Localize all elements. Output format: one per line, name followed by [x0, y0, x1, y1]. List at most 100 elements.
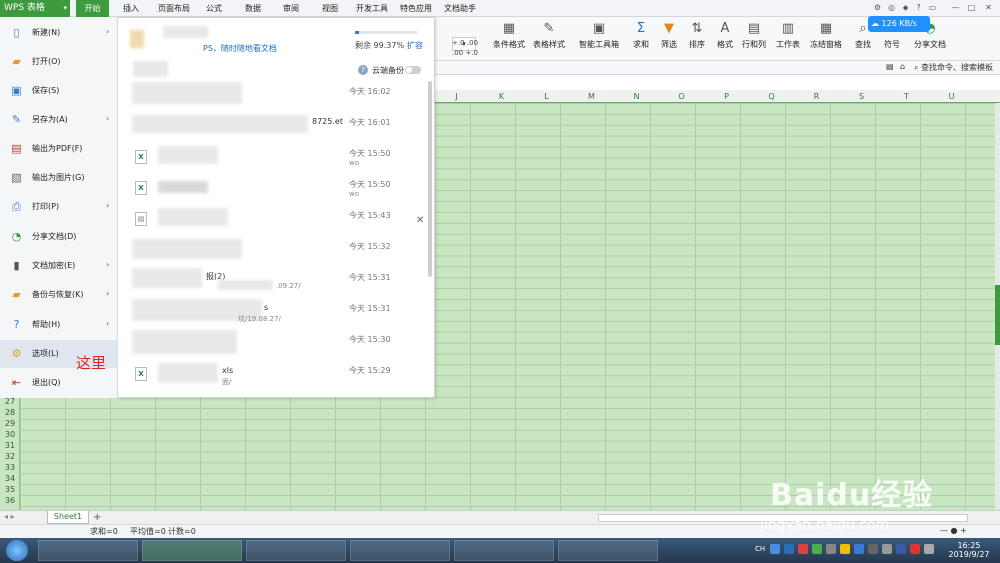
close-icon[interactable]: ✕ — [983, 2, 994, 14]
refresh-icon[interactable]: ◎ — [886, 2, 897, 14]
antivirus-icon[interactable] — [798, 544, 808, 554]
tab-features[interactable]: 特色应用 — [397, 0, 435, 17]
tab-page-layout[interactable]: 页面布局 — [153, 0, 195, 17]
bookmark-icon[interactable]: ⌂ — [900, 62, 905, 71]
column-header-cell[interactable]: U — [929, 90, 974, 103]
column-header-cell[interactable]: M — [569, 90, 614, 103]
list-item[interactable]: ▤ 今天 15:43 — [118, 204, 423, 235]
row-header-cell[interactable]: 33 — [0, 463, 20, 472]
freeze-panes-button[interactable]: ▦ 冻结窗格 — [806, 19, 846, 59]
column-header-cell[interactable]: S — [839, 90, 884, 103]
list-item[interactable]: 8725.et 今天 16:01 — [118, 111, 423, 142]
conditional-format-button[interactable]: ▦ 条件格式 — [487, 19, 531, 59]
column-header-cell[interactable]: Q — [749, 90, 794, 103]
tab-view[interactable]: 视图 — [315, 0, 345, 17]
ime-indicator[interactable]: CH — [755, 545, 765, 553]
taskbar-item[interactable] — [350, 540, 450, 561]
taskbar-item[interactable] — [558, 540, 658, 561]
worksheet-button[interactable]: ▥ 工作表 — [772, 19, 804, 59]
battery-icon[interactable] — [882, 544, 892, 554]
column-header-cell[interactable]: K — [479, 90, 524, 103]
security-icon[interactable] — [910, 544, 920, 554]
file-menu-share[interactable]: ◔ 分享文档(D) — [0, 223, 118, 251]
row-header-cell[interactable]: 34 — [0, 474, 20, 483]
maximize-icon[interactable]: □ — [966, 2, 977, 14]
row-header-cell[interactable]: 30 — [0, 430, 20, 439]
tab-data[interactable]: 数据 — [238, 0, 268, 17]
taskbar-item[interactable] — [246, 540, 346, 561]
help-tray-icon[interactable] — [784, 544, 794, 554]
file-menu-export-pdf[interactable]: ▤ 输出为PDF(F) — [0, 135, 118, 163]
tab-review[interactable]: 审阅 — [276, 0, 306, 17]
help-question-icon[interactable]: ? — [913, 2, 924, 14]
file-menu-open[interactable]: ▰ 打开(O) — [0, 48, 118, 76]
restore-window-icon[interactable]: ▭ — [927, 2, 938, 14]
list-item[interactable]: X 今天 15:50 wo — [118, 142, 423, 173]
cloud-backup-toggle[interactable] — [405, 66, 421, 74]
add-sheet-button[interactable]: + — [93, 511, 101, 524]
row-header-cell[interactable]: 32 — [0, 452, 20, 461]
skin-icon[interactable]: ⬥ — [900, 2, 911, 14]
file-menu-encrypt[interactable]: ▮ 文档加密(E) › — [0, 252, 118, 280]
file-menu-backup[interactable]: ▰ 备份与恢复(K) › — [0, 281, 118, 309]
sort-button[interactable]: ⇅ 排序 — [682, 19, 712, 59]
taskbar-item[interactable] — [38, 540, 138, 561]
volume-icon[interactable] — [868, 544, 878, 554]
sheet-nav-arrows[interactable]: ◂ ▸ — [4, 512, 15, 521]
decimal-decrease-button[interactable]: .00 +.0 — [452, 49, 478, 57]
column-header-cell[interactable]: J — [434, 90, 479, 103]
file-menu-save[interactable]: ▣ 保存(S) — [0, 77, 118, 105]
list-item[interactable]: X 今天 15:50 wo — [118, 173, 423, 204]
wechat-icon[interactable] — [812, 544, 822, 554]
file-menu-new[interactable]: ▯ 新建(N) › — [0, 19, 118, 47]
list-item[interactable]: 报(2) .09.27/ 今天 15:31 — [118, 266, 423, 297]
row-header-cell[interactable]: 31 — [0, 441, 20, 450]
sheet-tab-sheet1[interactable]: Sheet1 — [47, 511, 89, 524]
column-header-cell[interactable]: O — [659, 90, 704, 103]
wps-app-menu-button[interactable]: WPS 表格 ▾ — [0, 0, 70, 17]
list-item[interactable]: 今天 15:32 — [118, 235, 423, 266]
tab-start[interactable]: 开始 — [76, 0, 109, 17]
column-header-cell[interactable]: T — [884, 90, 929, 103]
rows-cols-button[interactable]: ▤ 行和列 — [738, 19, 770, 59]
settings-gear-icon[interactable]: ⚙ — [872, 2, 883, 14]
file-menu-print[interactable]: ⎙ 打印(P) › — [0, 193, 118, 221]
message-icon[interactable]: ▤ — [886, 62, 894, 71]
column-header-cell[interactable]: L — [524, 90, 569, 103]
minimize-icon[interactable]: — — [950, 2, 961, 14]
taskbar-item-wps[interactable] — [142, 540, 242, 561]
command-search-box[interactable]: ⌕ 查找命令、搜索模板 — [914, 62, 993, 73]
taskbar-item[interactable] — [454, 540, 554, 561]
tab-insert[interactable]: 插入 — [115, 0, 147, 17]
format-button[interactable]: A 格式 — [710, 19, 740, 59]
column-header-cell[interactable]: P — [704, 90, 749, 103]
list-item[interactable]: X xls 面/ 今天 15:29 — [118, 359, 423, 390]
qq-icon[interactable] — [840, 544, 850, 554]
file-menu-save-as[interactable]: ✎ 另存为(A) › — [0, 106, 118, 134]
file-menu-exit[interactable]: ⇤ 退出(Q) — [0, 369, 118, 397]
row-header-cell[interactable]: 36 — [0, 496, 20, 505]
row-header-cell[interactable]: 27 — [0, 397, 20, 406]
decimal-increase-button[interactable]: +.0 .00 — [452, 39, 478, 47]
list-item[interactable]: 今天 15:30 — [118, 328, 423, 359]
expand-storage-link[interactable]: 扩容 — [407, 40, 423, 51]
list-item[interactable]: 今天 16:02 — [118, 80, 423, 111]
sum-button[interactable]: Σ 求和 — [626, 19, 656, 59]
recent-list-scrollbar[interactable] — [428, 81, 432, 277]
column-header-cell[interactable]: R — [794, 90, 839, 103]
list-item[interactable]: s 坟/19.08.27/ 今天 15:31 — [118, 297, 423, 328]
keyboard-icon[interactable] — [770, 544, 780, 554]
network-icon[interactable] — [826, 544, 836, 554]
start-button[interactable] — [6, 540, 28, 561]
close-icon[interactable]: ✕ — [416, 215, 424, 226]
flag-icon[interactable] — [896, 544, 906, 554]
speaker-icon[interactable] — [924, 544, 934, 554]
tab-formula[interactable]: 公式 — [199, 0, 229, 17]
table-style-button[interactable]: ✎ 表格样式 — [528, 19, 570, 59]
cloud-tray-icon[interactable] — [854, 544, 864, 554]
side-panel-toggle[interactable] — [995, 285, 1000, 345]
row-header-cell[interactable]: 28 — [0, 408, 20, 417]
file-menu-help[interactable]: ? 帮助(H) › — [0, 311, 118, 339]
tab-doc-assistant[interactable]: 文档助手 — [441, 0, 479, 17]
promo-text[interactable]: PS，随时随地看文档 — [203, 43, 277, 54]
